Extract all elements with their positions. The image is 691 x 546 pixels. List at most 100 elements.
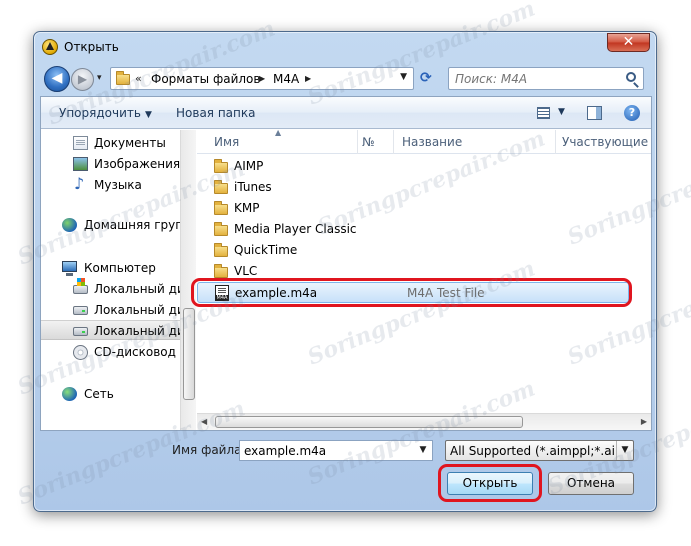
scroll-left-icon[interactable]: ◀	[201, 417, 207, 426]
list-item[interactable]: Media Player Classic	[197, 219, 637, 240]
horizontal-scroll-thumb[interactable]	[215, 416, 523, 428]
organize-button[interactable]: Упорядочить ▼	[59, 106, 152, 120]
chevron-down-icon: ▼	[144, 110, 152, 120]
homegroup-icon	[62, 218, 77, 232]
chevron-down-icon: ▼	[616, 441, 633, 460]
filename-dropdown[interactable]: ▼	[414, 441, 432, 460]
file-type-value: All Supported (*.aimppl;*.aimpp	[450, 444, 615, 458]
cd-drive-icon	[73, 345, 88, 360]
breadcrumb-separator[interactable]: ▶	[259, 74, 265, 83]
sidebar-item-label: Сеть	[84, 387, 114, 401]
file-name: VLC	[234, 264, 258, 278]
navigation-pane: Документы Изображения Музыка Домашняя гр…	[41, 130, 180, 430]
sidebar-item-label: Локальный дис	[94, 324, 180, 338]
folder-icon	[214, 243, 228, 257]
file-name: Media Player Classic	[234, 222, 357, 236]
sidebar-scrollbar[interactable]	[180, 130, 196, 430]
sidebar-item-network[interactable]: Сеть	[41, 384, 180, 404]
file-title: M4A Test File	[407, 286, 485, 300]
open-file-dialog: Открыть ✕ ◀ ▶ ▾ « Форматы файлов ▶ M4A ▶…	[33, 31, 657, 512]
file-name: QuickTime	[234, 243, 298, 257]
column-participants[interactable]: Участвующие и	[562, 135, 648, 149]
column-name[interactable]: Имя	[214, 135, 239, 149]
dialog-body: Упорядочить ▼ Новая папка ▼ ? Документы И…	[40, 96, 652, 431]
file-name: example.m4a	[235, 286, 318, 300]
folder-icon	[214, 264, 228, 278]
folder-icon	[116, 71, 130, 85]
file-name: KMP	[234, 201, 260, 215]
refresh-icon[interactable]: ⟳	[420, 70, 432, 86]
sidebar-item-label: Изображения	[94, 157, 180, 171]
audio-file-icon	[215, 285, 229, 301]
file-name: AIMP	[234, 159, 264, 173]
sidebar-item-local-drive-selected[interactable]: Локальный дис	[41, 320, 180, 340]
folder-icon	[214, 180, 228, 194]
app-icon	[42, 39, 58, 55]
search-box[interactable]	[448, 67, 644, 90]
drive-icon	[73, 306, 88, 315]
sidebar-item-music[interactable]: Музыка	[41, 174, 180, 195]
folder-icon	[214, 159, 228, 173]
sidebar-item-cd-drive[interactable]: CD-дисковод (H	[41, 342, 180, 362]
list-item[interactable]: VLC	[197, 261, 637, 282]
sidebar-item-documents[interactable]: Документы	[41, 133, 180, 153]
scroll-right-icon[interactable]: ▶	[641, 417, 647, 426]
sidebar-item-label: CD-дисковод (H	[94, 345, 180, 359]
preview-pane-icon[interactable]	[587, 106, 602, 120]
forward-button[interactable]: ▶	[71, 68, 94, 91]
view-options-dropdown[interactable]: ▼	[558, 107, 565, 117]
file-type-select[interactable]: All Supported (*.aimppl;*.aimpp ▼	[445, 440, 634, 461]
network-icon	[62, 387, 77, 401]
close-button[interactable]: ✕	[607, 33, 650, 52]
list-item[interactable]: iTunes	[197, 177, 637, 198]
sidebar-item-homegroup[interactable]: Домашняя групп	[41, 215, 180, 235]
list-item[interactable]: AIMP	[197, 156, 637, 177]
close-icon: ✕	[622, 34, 635, 50]
music-icon	[73, 174, 88, 193]
root-chevron[interactable]: «	[135, 72, 142, 85]
list-item[interactable]: KMP	[197, 198, 637, 219]
search-input[interactable]	[453, 70, 623, 87]
search-icon	[626, 72, 636, 82]
title-bar[interactable]: Открыть ✕	[34, 32, 656, 62]
recent-locations-dropdown[interactable]: ▾	[97, 73, 102, 83]
column-header: ▲ Имя № Название Участвующие и	[197, 128, 651, 154]
column-divider[interactable]	[357, 130, 358, 154]
pictures-icon	[73, 157, 88, 171]
filename-field[interactable]	[239, 440, 433, 461]
sidebar-item-label: Локальный дис	[94, 282, 180, 296]
sidebar-item-computer[interactable]: Компьютер	[41, 258, 180, 278]
back-button[interactable]: ◀	[44, 66, 70, 92]
navigation-bar: ◀ ▶ ▾ « Форматы файлов ▶ M4A ▶ ▼ ⟳	[40, 65, 652, 93]
horizontal-scrollbar[interactable]: ◀ ▶	[197, 413, 651, 430]
new-folder-button[interactable]: Новая папка	[176, 106, 255, 120]
sidebar-item-label: Компьютер	[84, 261, 156, 275]
breadcrumb-separator[interactable]: ▶	[305, 74, 311, 83]
list-item-selected[interactable]: example.m4a M4A Test File	[197, 282, 629, 303]
open-button[interactable]: Открыть	[447, 472, 533, 495]
sidebar-scroll-thumb[interactable]	[183, 308, 195, 400]
column-divider[interactable]	[555, 130, 556, 154]
cancel-button[interactable]: Отмена	[548, 472, 634, 495]
help-icon[interactable]: ?	[624, 105, 640, 121]
window-title: Открыть	[64, 40, 119, 54]
column-number[interactable]: №	[362, 135, 374, 149]
view-options-icon[interactable]	[537, 107, 550, 119]
address-bar[interactable]: « Форматы файлов ▶ M4A ▶ ▼	[110, 67, 414, 90]
breadcrumb-formats[interactable]: Форматы файлов	[151, 72, 260, 86]
sidebar-item-label: Локальный дис	[94, 303, 180, 317]
back-arrow-icon: ◀	[51, 70, 63, 86]
sidebar-item-local-drive[interactable]: Локальный дис	[41, 300, 180, 320]
sidebar-item-pictures[interactable]: Изображения	[41, 154, 180, 174]
sidebar-item-system-drive[interactable]: Локальный дис	[41, 278, 180, 299]
sidebar-item-label: Музыка	[94, 178, 142, 192]
address-dropdown[interactable]: ▼	[400, 72, 407, 82]
column-divider[interactable]	[393, 130, 394, 154]
list-item[interactable]: QuickTime	[197, 240, 637, 261]
breadcrumb-m4a[interactable]: M4A	[273, 72, 299, 86]
file-list: ▲ Имя № Название Участвующие и AIMP iTun…	[191, 128, 651, 430]
computer-icon	[62, 261, 77, 276]
folder-icon	[214, 201, 228, 215]
organize-label: Упорядочить	[59, 106, 141, 120]
column-title[interactable]: Название	[402, 135, 462, 149]
